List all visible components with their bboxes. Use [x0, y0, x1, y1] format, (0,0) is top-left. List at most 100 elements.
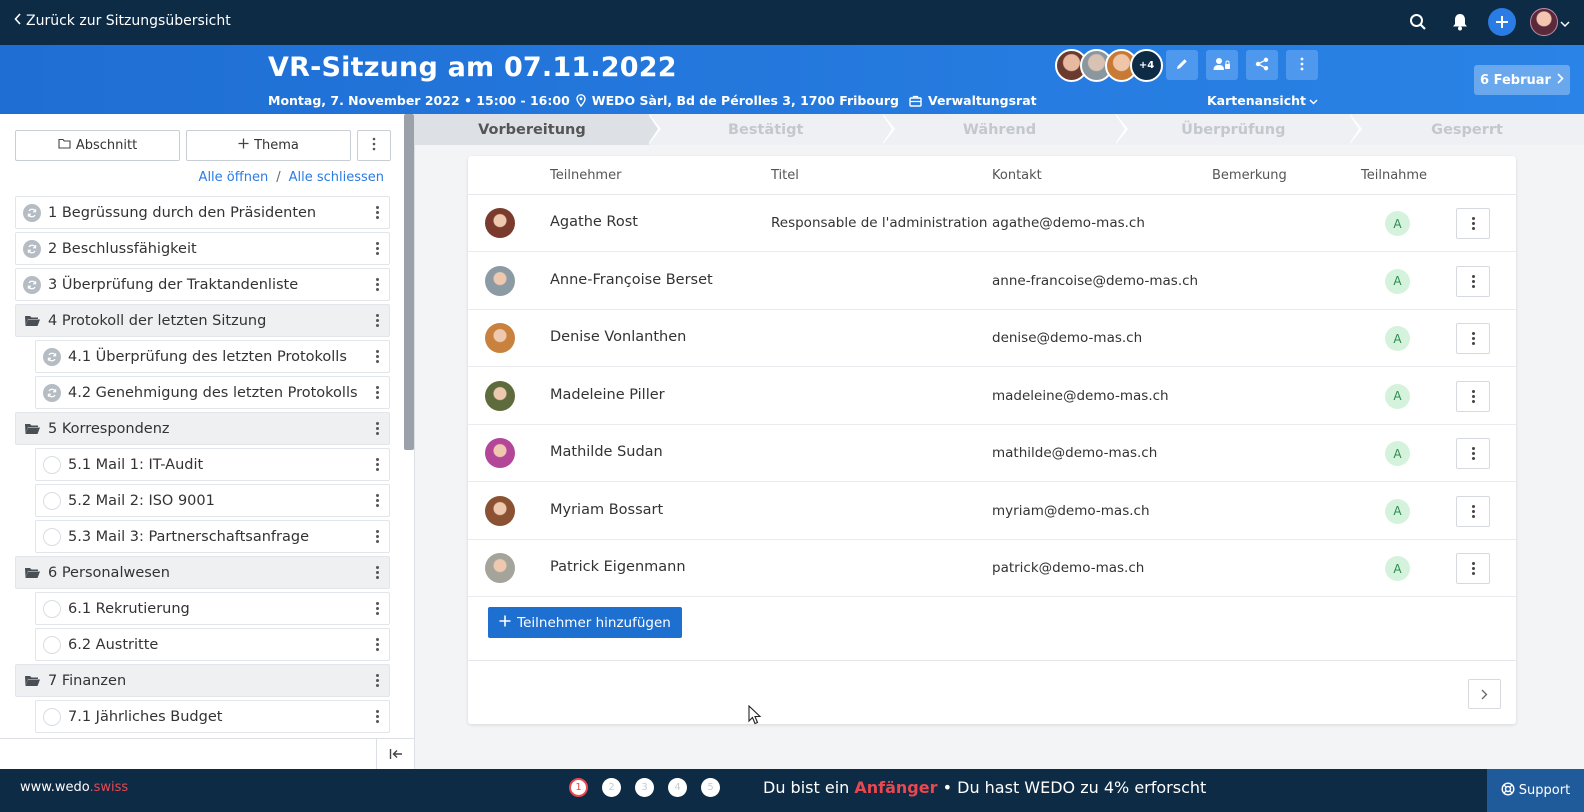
sidebar-more-button[interactable]: [357, 130, 391, 161]
agenda-item[interactable]: 5.3 Mail 3: Partnerschaftsanfrage: [35, 520, 390, 553]
agenda-item[interactable]: 4.2 Genehmigung des letzten Protokolls: [35, 376, 390, 409]
step-2[interactable]: Bestätigt: [648, 114, 895, 145]
attendance-badge[interactable]: A: [1385, 211, 1410, 236]
agenda-item-menu-icon[interactable]: [375, 494, 379, 507]
open-all-link[interactable]: Alle öffnen: [199, 170, 269, 185]
table-row[interactable]: Mathilde Sudan mathilde@demo-mas.ch A: [468, 425, 1516, 482]
table-row[interactable]: Madeleine Piller madeleine@demo-mas.ch A: [468, 368, 1516, 425]
close-all-link[interactable]: Alle schliessen: [289, 170, 384, 185]
table-row[interactable]: Anne-Françoise Berset anne-francoise@demo…: [468, 253, 1516, 310]
attendance-badge[interactable]: A: [1385, 268, 1410, 294]
participant-name: Agathe Rost: [550, 214, 638, 230]
agenda-item[interactable]: 6.1 Rekrutierung: [35, 592, 390, 625]
agenda-item-menu-icon[interactable]: [375, 422, 379, 435]
agenda-item[interactable]: 3 Überprüfung der Traktandenliste: [15, 268, 390, 301]
participant-contact: denise@demo-mas.ch: [992, 330, 1143, 346]
participants-button[interactable]: [1206, 50, 1238, 80]
agenda-item-menu-icon[interactable]: [375, 350, 379, 363]
agenda-item[interactable]: 1 Begrüssung durch den Präsidenten: [15, 196, 390, 229]
agenda-item-menu-icon[interactable]: [375, 206, 379, 219]
agenda-section[interactable]: 4 Protokoll der letzten Sitzung: [15, 304, 390, 337]
table-row[interactable]: Patrick Eigenmann patrick@demo-mas.ch A: [468, 540, 1516, 597]
share-button[interactable]: [1246, 50, 1278, 80]
agenda-item[interactable]: 6.2 Austritte: [35, 628, 390, 661]
step-5[interactable]: Gesperrt: [1350, 114, 1584, 145]
agenda-section[interactable]: 6 Personalwesen: [15, 556, 390, 589]
divider: [468, 660, 1516, 661]
sidebar-scrollbar[interactable]: [404, 114, 414, 450]
step-divider: [647, 114, 658, 144]
table-row[interactable]: Agathe Rost Responsable de l'administrati…: [468, 195, 1516, 252]
row-menu-button[interactable]: [1456, 323, 1490, 354]
participant-contact: patrick@demo-mas.ch: [992, 560, 1145, 576]
share-icon: [1255, 56, 1269, 75]
agenda-item[interactable]: 4.1 Überprüfung des letzten Protokolls: [35, 340, 390, 373]
agenda-item-menu-icon[interactable]: [375, 314, 379, 327]
participant-title: Responsable de l'administration: [771, 215, 988, 231]
agenda-item[interactable]: 5.1 Mail 1: IT-Audit: [35, 448, 390, 481]
attendance-badge[interactable]: A: [1385, 441, 1410, 466]
folder-icon: [58, 138, 71, 153]
row-menu-button[interactable]: [1456, 265, 1490, 297]
agenda-item-menu-icon[interactable]: [375, 242, 379, 255]
table-row[interactable]: Denise Vonlanthen denise@demo-mas.ch A: [468, 310, 1516, 367]
support-button[interactable]: Support: [1487, 769, 1584, 812]
row-menu-button[interactable]: [1456, 495, 1490, 527]
participant-name: Myriam Bossart: [550, 501, 664, 518]
agenda-item-menu-icon[interactable]: [375, 674, 379, 687]
brand-link[interactable]: www.wedo.swiss: [20, 780, 128, 795]
progress-dot[interactable]: 5: [701, 778, 720, 797]
progress-dot[interactable]: 3: [635, 778, 654, 797]
next-meeting-button[interactable]: 6 Februar: [1474, 65, 1570, 95]
agenda-item-menu-icon[interactable]: [375, 710, 379, 723]
step-label: Gesperrt: [1431, 121, 1503, 138]
agenda-item[interactable]: 5.2 Mail 2: ISO 9001: [35, 484, 390, 517]
agenda-item-menu-icon[interactable]: [375, 386, 379, 399]
table-row[interactable]: Myriam Bossart myriam@demo-mas.ch A: [468, 483, 1516, 540]
attendance-badge[interactable]: A: [1385, 326, 1410, 351]
step-3[interactable]: Während: [882, 114, 1129, 145]
participant-avatars[interactable]: +4: [1055, 49, 1163, 82]
add-topic-button[interactable]: Thema: [186, 130, 351, 161]
add-icon[interactable]: [1488, 8, 1516, 36]
progress-dot[interactable]: 4: [668, 778, 687, 797]
bell-icon[interactable]: [1446, 8, 1474, 36]
step-1[interactable]: Vorbereitung: [415, 114, 661, 145]
agenda-item[interactable]: 2 Beschlussfähigkeit: [15, 232, 390, 265]
attendance-badge[interactable]: A: [1385, 383, 1410, 409]
agenda-section[interactable]: 5 Korrespondenz: [15, 412, 390, 445]
avatar: [485, 380, 515, 411]
agenda-item-menu-icon[interactable]: [375, 566, 379, 579]
next-page-button[interactable]: [1468, 679, 1501, 709]
agenda-item-menu-icon[interactable]: [375, 530, 379, 543]
row-menu-button[interactable]: [1456, 380, 1490, 412]
agenda-section[interactable]: 7 Finanzen: [15, 664, 390, 697]
search-icon[interactable]: [1404, 8, 1432, 36]
agenda-item-label: 6.1 Rekrutierung: [68, 600, 190, 617]
progress-dot[interactable]: 2: [602, 778, 621, 797]
agenda-item-label: 6.2 Austritte: [68, 636, 159, 653]
add-participant-button[interactable]: Teilnehmer hinzufügen: [488, 607, 682, 638]
row-menu-button[interactable]: [1456, 553, 1490, 584]
agenda-item[interactable]: 7.1 Jährliches Budget: [35, 700, 390, 733]
edit-button[interactable]: [1166, 50, 1198, 80]
row-menu-button[interactable]: [1456, 208, 1490, 239]
agenda-item-menu-icon[interactable]: [375, 602, 379, 615]
user-menu[interactable]: [1530, 8, 1570, 36]
more-options-button[interactable]: [1286, 50, 1318, 80]
step-4[interactable]: Überprüfung: [1116, 114, 1363, 145]
back-link[interactable]: Zurück zur Sitzungsübersicht: [14, 13, 231, 29]
attendance-badge[interactable]: A: [1385, 556, 1410, 581]
progress-dot[interactable]: 1: [569, 778, 588, 797]
participant-name: Denise Vonlanthen: [550, 329, 687, 345]
attendance-badge[interactable]: A: [1385, 498, 1410, 524]
row-menu-button[interactable]: [1456, 438, 1490, 469]
add-section-button[interactable]: Abschnitt: [15, 130, 180, 161]
agenda-item-menu-icon[interactable]: [375, 278, 379, 291]
agenda-item-menu-icon[interactable]: [375, 458, 379, 471]
brand-main: www.wedo: [20, 780, 90, 795]
view-selector[interactable]: Kartenansicht: [1207, 93, 1318, 108]
agenda-item-menu-icon[interactable]: [375, 638, 379, 651]
collapse-sidebar-button[interactable]: [376, 739, 414, 770]
support-label: Support: [1518, 783, 1571, 798]
